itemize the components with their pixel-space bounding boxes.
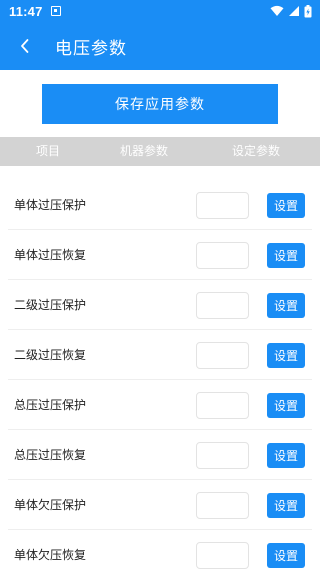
set-value-input[interactable]: [196, 492, 249, 519]
set-button[interactable]: 设置: [267, 193, 305, 218]
set-button[interactable]: 设置: [267, 493, 305, 518]
param-row-level2-ov-recover: 二级过压恢复 设置: [0, 330, 320, 380]
param-row-cell-ov-protect: 单体过压保护 设置: [0, 180, 320, 230]
set-button[interactable]: 设置: [267, 393, 305, 418]
wifi-icon: [270, 5, 284, 16]
back-button[interactable]: [0, 22, 50, 70]
row-label: 二级过压恢复: [14, 348, 87, 362]
set-value-input[interactable]: [196, 192, 249, 219]
param-row-total-ov-recover: 总压过压恢复 设置: [0, 430, 320, 480]
battery-charging-icon: [304, 4, 312, 17]
set-button[interactable]: 设置: [267, 243, 305, 268]
param-row-level2-ov-protect: 二级过压保护 设置: [0, 280, 320, 330]
row-label: 单体过压恢复: [14, 248, 87, 262]
page-title: 电压参数: [55, 38, 127, 59]
set-value-input[interactable]: [196, 392, 249, 419]
set-value-input[interactable]: [196, 242, 249, 269]
param-row-cell-uv-protect: 单体欠压保护 设置: [0, 480, 320, 530]
set-button[interactable]: 设置: [267, 343, 305, 368]
header-set-params: 设定参数: [232, 144, 281, 158]
status-bar: 11:47: [0, 0, 320, 22]
header-item: 项目: [36, 144, 61, 158]
param-list: 单体过压保护 设置 单体过压恢复 设置 二级过压保护 设置 二级过压恢复 设置 …: [0, 180, 320, 569]
chevron-left-icon: [21, 39, 29, 53]
row-label: 单体欠压保护: [14, 498, 87, 512]
set-value-input[interactable]: [196, 442, 249, 469]
row-label: 总压过压恢复: [14, 448, 87, 462]
status-time: 11:47: [9, 3, 43, 19]
set-button[interactable]: 设置: [267, 293, 305, 318]
set-value-input[interactable]: [196, 542, 249, 569]
set-value-input[interactable]: [196, 292, 249, 319]
param-row-cell-uv-recover: 单体欠压恢复 设置: [0, 530, 320, 569]
app-bar: 电压参数: [0, 22, 320, 70]
table-header: 项目 机器参数 设定参数: [0, 137, 320, 166]
notification-icon: [50, 6, 61, 16]
signal-icon: [289, 6, 299, 16]
param-row-total-ov-protect: 总压过压保护 设置: [0, 380, 320, 430]
param-row-cell-ov-recover: 单体过压恢复 设置: [0, 230, 320, 280]
set-button[interactable]: 设置: [267, 443, 305, 468]
row-label: 单体欠压恢复: [14, 548, 87, 562]
header-machine-params: 机器参数: [120, 144, 169, 158]
save-apply-params-button[interactable]: 保存应用参数: [42, 84, 278, 124]
set-button[interactable]: 设置: [267, 543, 305, 568]
set-value-input[interactable]: [196, 342, 249, 369]
row-label: 总压过压保护: [14, 398, 87, 412]
row-label: 单体过压保护: [14, 198, 87, 212]
row-label: 二级过压保护: [14, 298, 87, 312]
